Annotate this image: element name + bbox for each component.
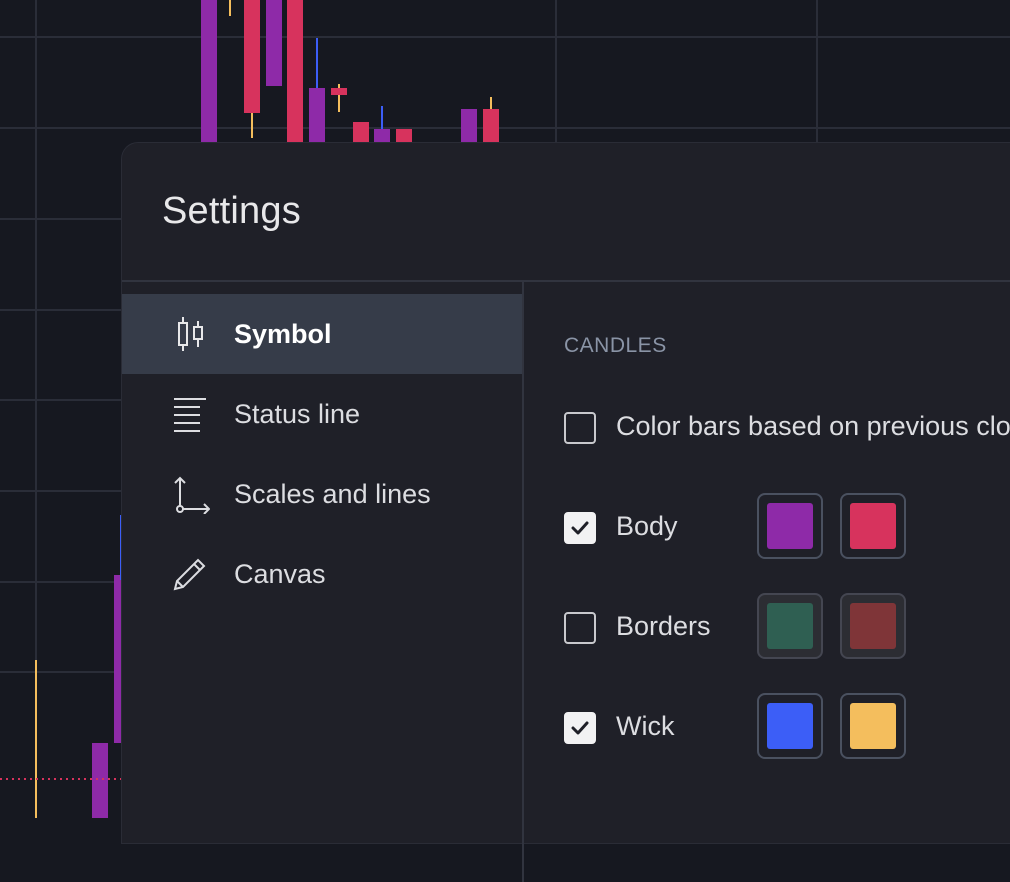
dialog-header: Settings	[122, 143, 1010, 282]
sidebar-item-label: Symbol	[234, 319, 332, 349]
borders-up-color-swatch[interactable]	[757, 593, 823, 659]
borders-row: Borders	[564, 593, 964, 682]
candle	[374, 129, 390, 143]
candle	[353, 122, 369, 143]
pencil-icon	[173, 558, 206, 591]
borders-checkbox[interactable]	[564, 612, 596, 644]
body-row: Body	[564, 493, 964, 582]
axes-icon	[174, 476, 210, 514]
section-title-candles: CANDLES	[564, 334, 667, 357]
sidebar-item-label: Scales and lines	[234, 479, 431, 509]
wick-row: Wick	[564, 693, 964, 782]
candle	[201, 0, 217, 143]
candle	[309, 88, 325, 143]
settings-sidebar: Symbol Status line Scales and lines Canv…	[122, 282, 524, 882]
candle	[244, 0, 260, 113]
sidebar-item-canvas[interactable]: Canvas	[122, 534, 522, 614]
sidebar-item-scales-and-lines[interactable]: Scales and lines	[122, 454, 522, 534]
borders-label: Borders	[616, 611, 711, 641]
candle	[266, 0, 282, 86]
settings-dialog: Settings Symbol Status line Scales and l…	[122, 143, 1010, 882]
wick-up-color-swatch[interactable]	[757, 693, 823, 759]
candle	[461, 109, 477, 143]
candle	[331, 88, 347, 95]
body-label: Body	[616, 511, 678, 541]
sidebar-item-label: Status line	[234, 399, 361, 429]
candle	[483, 109, 499, 143]
wick-checkbox[interactable]	[564, 712, 596, 744]
body-down-color-swatch[interactable]	[840, 493, 906, 559]
sidebar-item-status-line[interactable]: Status line	[122, 374, 522, 454]
borders-down-color-swatch[interactable]	[840, 593, 906, 659]
color-prev-close-row[interactable]: Color bars based on previous close	[564, 411, 1010, 482]
color-prev-close-checkbox[interactable]	[564, 412, 596, 444]
color-prev-close-label: Color bars based on previous close	[616, 411, 1010, 441]
body-up-color-swatch[interactable]	[757, 493, 823, 559]
dialog-title: Settings	[162, 190, 301, 232]
wick-down-color-swatch[interactable]	[840, 693, 906, 759]
candle	[92, 743, 108, 818]
sidebar-item-symbol[interactable]: Symbol	[122, 294, 522, 374]
sidebar-item-label: Canvas	[234, 559, 326, 589]
candle	[114, 575, 122, 743]
checkmark-icon	[571, 521, 589, 535]
candle	[396, 129, 412, 143]
body-checkbox[interactable]	[564, 512, 596, 544]
status-line-icon	[174, 398, 206, 432]
wick-label: Wick	[616, 711, 675, 741]
candle	[287, 0, 303, 143]
candles-icon	[178, 317, 203, 351]
checkmark-icon	[571, 721, 589, 735]
